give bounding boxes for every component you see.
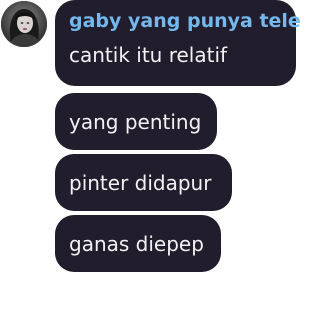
message-bubble[interactable]: pinter didapur xyxy=(55,154,232,211)
avatar[interactable] xyxy=(1,1,47,47)
profile-photo-icon xyxy=(1,1,47,47)
message-text: yang penting xyxy=(69,109,202,134)
message-bubble[interactable]: gaby yang punya tele cantik itu relatif xyxy=(55,0,301,86)
chat-thread: gaby yang punya tele cantik itu relatif … xyxy=(0,0,301,320)
sender-name[interactable]: gaby yang punya tele xyxy=(69,12,301,31)
message-text: pinter didapur xyxy=(69,170,212,195)
message-bubble[interactable]: yang penting xyxy=(55,93,217,150)
message-text: cantik itu relatif xyxy=(69,43,228,67)
message-text: ganas diepep xyxy=(69,231,204,256)
message-bubble[interactable]: ganas diepep xyxy=(55,215,221,272)
